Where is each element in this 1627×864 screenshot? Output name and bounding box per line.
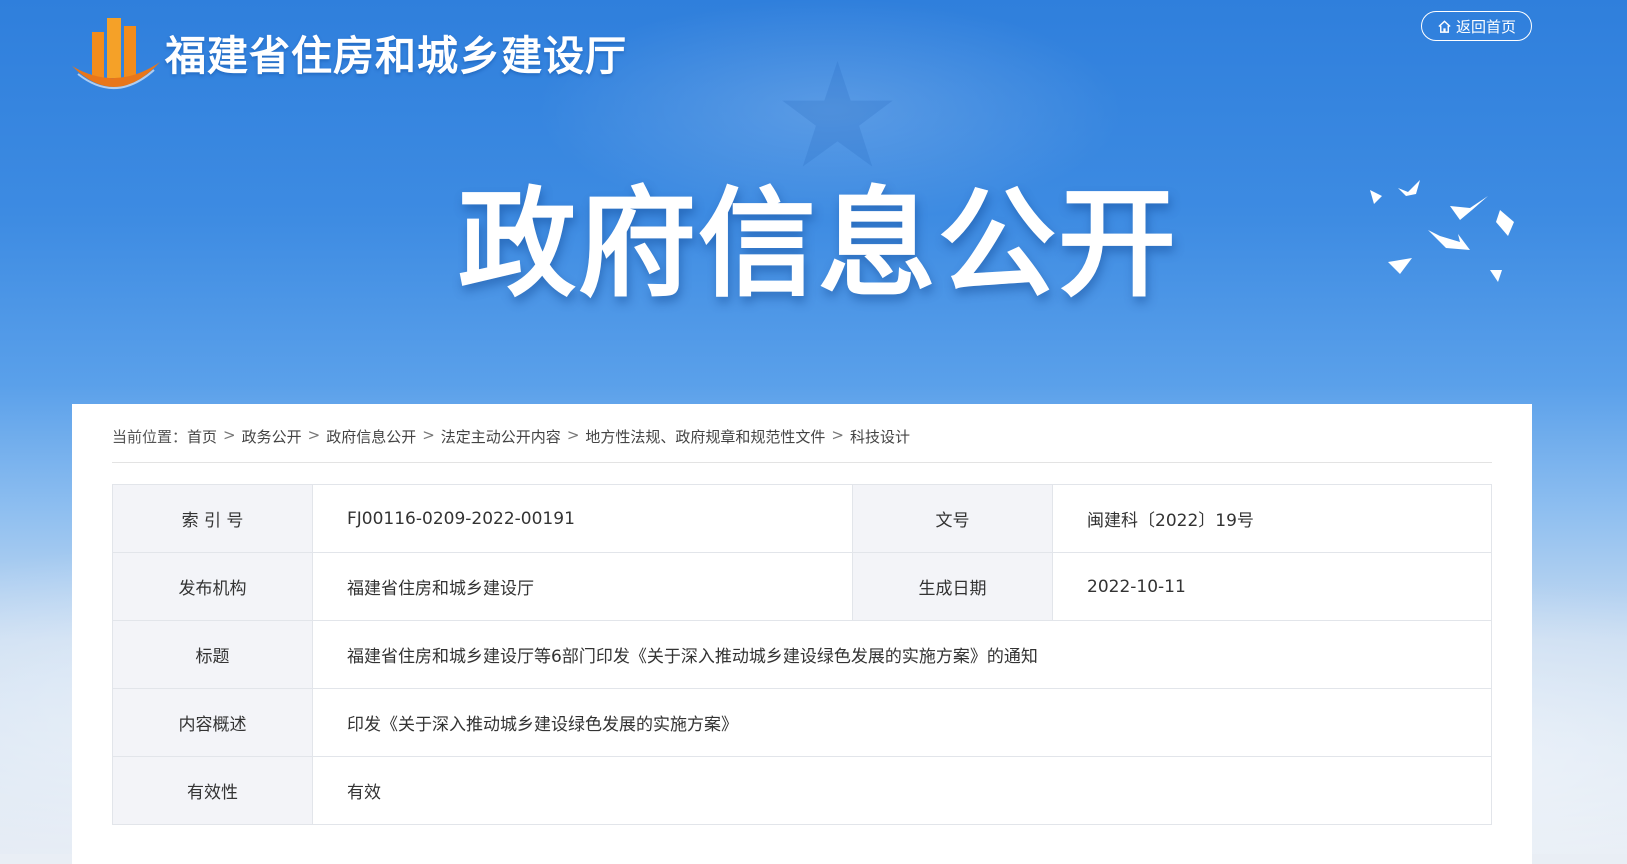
summary-value: 印发《关于深入推动城乡建设绿色发展的实施方案》: [312, 688, 1492, 757]
index-label: 索 引 号: [112, 484, 313, 553]
validity-label: 有效性: [112, 756, 313, 825]
breadcrumb-separator: >: [223, 426, 236, 444]
home-icon: [1438, 19, 1451, 33]
date-value: 2022-10-11: [1052, 552, 1492, 621]
table-row: 索 引 号 FJ00116-0209-2022-00191 文号 闽建科〔202…: [112, 484, 1492, 553]
breadcrumb-separator: >: [831, 426, 844, 444]
table-row: 有效性 有效: [112, 756, 1492, 825]
content-panel: 当前位置： 首页 > 政务公开 > 政府信息公开 > 法定主动公开内容 > 地方…: [72, 404, 1532, 864]
breadcrumb-separator: >: [566, 426, 580, 444]
breadcrumb-separator: >: [422, 426, 435, 444]
breadcrumb-prefix: 当前位置：: [112, 428, 188, 446]
title-value: 福建省住房和城乡建设厅等6部门印发《关于深入推动城乡建设绿色发展的实施方案》的通…: [312, 620, 1492, 689]
summary-label: 内容概述: [112, 688, 313, 757]
table-row: 内容概述 印发《关于深入推动城乡建设绿色发展的实施方案》: [112, 688, 1492, 757]
publisher-value: 福建省住房和城乡建设厅: [312, 552, 853, 621]
breadcrumb-item-affairs[interactable]: 政务公开: [242, 426, 302, 447]
table-row: 发布机构 福建省住房和城乡建设厅 生成日期 2022-10-11: [112, 552, 1492, 621]
publisher-label: 发布机构: [112, 552, 313, 621]
breadcrumb-separator: >: [307, 426, 321, 444]
docno-value: 闽建科〔2022〕19号: [1052, 484, 1492, 553]
breadcrumb-item-regulations[interactable]: 地方性法规、政府规章和规范性文件: [585, 426, 825, 447]
site-title: 福建省住房和城乡建设厅: [165, 32, 627, 80]
breadcrumb-item-statutory[interactable]: 法定主动公开内容: [441, 426, 561, 447]
date-label: 生成日期: [852, 552, 1053, 621]
validity-value: 有效: [312, 756, 1492, 825]
breadcrumb-item-gov-info[interactable]: 政府信息公开: [326, 426, 416, 447]
back-home-label: 返回首页: [1455, 17, 1516, 36]
title-label: 标题: [112, 620, 313, 689]
docno-label: 文号: [852, 484, 1053, 553]
doves-icon: [1370, 180, 1514, 282]
breadcrumb-item-home[interactable]: 首页: [187, 426, 217, 447]
index-value: FJ00116-0209-2022-00191: [312, 484, 853, 553]
breadcrumb: 当前位置： 首页 > 政务公开 > 政府信息公开 > 法定主动公开内容 > 地方…: [112, 426, 1492, 463]
table-row: 标题 福建省住房和城乡建设厅等6部门印发《关于深入推动城乡建设绿色发展的实施方案…: [112, 620, 1492, 689]
hero-title: 政府信息公开: [458, 175, 1179, 313]
logo-icon: [72, 18, 160, 89]
back-home-button[interactable]: 返回首页: [1421, 11, 1532, 41]
document-meta-table: 索 引 号 FJ00116-0209-2022-00191 文号 闽建科〔202…: [112, 484, 1492, 825]
breadcrumb-item-tech-design[interactable]: 科技设计: [850, 426, 910, 447]
